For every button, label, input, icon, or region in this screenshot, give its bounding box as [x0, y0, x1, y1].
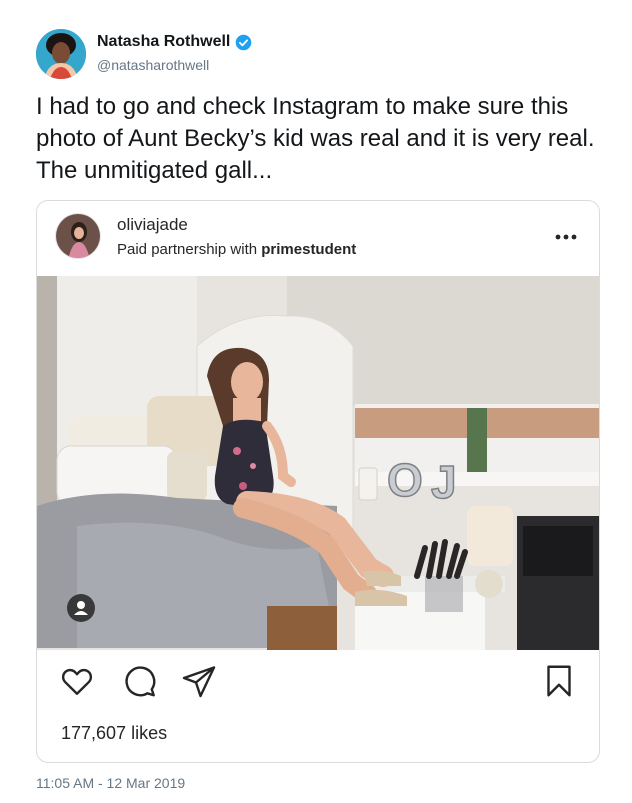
author-avatar[interactable] — [36, 29, 86, 79]
instagram-username[interactable]: oliviajade — [117, 215, 188, 235]
photo-letter-j: J — [431, 456, 457, 508]
tweet-card: Natasha Rothwell @natasharothwell I had … — [0, 0, 632, 803]
heart-icon[interactable] — [59, 663, 95, 699]
author-name-text[interactable]: Natasha Rothwell — [97, 33, 230, 51]
paid-partnership-label: Paid partnership with primestudent — [117, 241, 356, 258]
verified-badge-icon — [235, 34, 252, 51]
likes-count[interactable]: 177,607 likes — [61, 723, 167, 744]
author-handle[interactable]: @natasharothwell — [97, 57, 209, 73]
instagram-actions-bar — [37, 663, 599, 707]
author-name[interactable]: Natasha Rothwell — [97, 33, 252, 51]
comment-icon[interactable] — [121, 663, 157, 699]
instagram-photo[interactable]: O J — [37, 276, 599, 650]
partner-link[interactable]: primestudent — [261, 241, 356, 258]
instagram-avatar[interactable] — [55, 213, 101, 259]
user-tag-icon[interactable] — [67, 594, 95, 627]
tweet-timestamp[interactable]: 11:05 AM - 12 Mar 2019 — [36, 775, 185, 791]
more-options-icon[interactable] — [555, 227, 577, 245]
tweet-text: I had to go and check Instagram to make … — [36, 93, 595, 184]
partnership-prefix: Paid partnership with — [117, 241, 258, 258]
bookmark-icon[interactable] — [541, 663, 577, 699]
instagram-embed[interactable]: oliviajade Paid partnership with primest… — [36, 200, 600, 763]
share-icon[interactable] — [181, 663, 217, 699]
photo-letter-o: O — [387, 454, 423, 506]
caption-cutoff — [61, 753, 561, 762]
